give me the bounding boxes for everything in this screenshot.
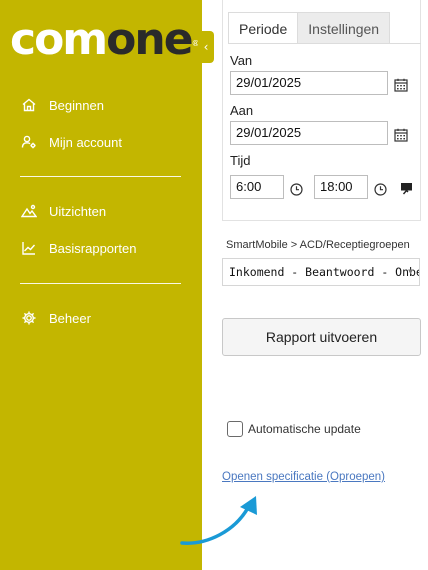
sidebar-collapse-button[interactable]: ‹ bbox=[198, 31, 214, 63]
calendar-icon[interactable] bbox=[394, 77, 408, 92]
chevron-left-icon: ‹ bbox=[203, 40, 209, 54]
breadcrumb: SmartMobile > ACD/Receptiegroepen bbox=[226, 239, 410, 251]
open-specification-link[interactable]: Openen specificatie (Oproepen) bbox=[222, 471, 385, 483]
auto-update-row: Automatische update bbox=[227, 421, 361, 437]
line-chart-icon bbox=[20, 239, 38, 257]
home-icon bbox=[20, 96, 38, 114]
time-from-input[interactable]: 6:00 bbox=[230, 175, 284, 199]
clock-icon[interactable] bbox=[290, 181, 303, 196]
from-date-input[interactable]: 29/01/2025 bbox=[230, 71, 388, 95]
report-select-value: Inkomend - Beantwoord - Onbeantwoord bbox=[229, 265, 419, 279]
tab-underline bbox=[228, 43, 421, 44]
gear-icon bbox=[20, 309, 38, 327]
auto-update-label: Automatische update bbox=[248, 422, 361, 436]
sidebar-item-uitzichten[interactable]: Uitzichten bbox=[20, 201, 106, 221]
sidebar-divider bbox=[20, 283, 181, 284]
time-to-input[interactable]: 18:00 bbox=[314, 175, 368, 199]
sidebar-item-mijn-account[interactable]: Mijn account bbox=[20, 132, 122, 152]
to-label: Aan bbox=[230, 103, 254, 118]
calendar-icon[interactable] bbox=[394, 127, 408, 142]
landscape-icon bbox=[20, 202, 38, 220]
sidebar-item-label: Uitzichten bbox=[49, 203, 107, 219]
clock-icon[interactable] bbox=[374, 181, 387, 196]
auto-update-checkbox[interactable] bbox=[227, 421, 243, 437]
pointer-arrow-icon bbox=[180, 496, 257, 545]
comone-logo[interactable]: comone® bbox=[10, 18, 200, 62]
sidebar-item-beheer[interactable]: Beheer bbox=[20, 308, 91, 328]
to-date-input[interactable]: 29/01/2025 bbox=[230, 121, 388, 145]
from-label: Van bbox=[230, 53, 253, 68]
tab-bar: Periode Instellingen bbox=[228, 12, 391, 44]
sidebar-divider bbox=[20, 176, 181, 177]
sidebar-item-label: Beheer bbox=[49, 310, 91, 326]
sidebar-item-label: Basisrapporten bbox=[49, 240, 137, 256]
monitor-icon[interactable] bbox=[400, 180, 413, 195]
logo-text-one: one bbox=[106, 14, 193, 65]
chevron-down-icon: ▼ bbox=[408, 267, 413, 276]
sidebar-item-beginnen[interactable]: Beginnen bbox=[20, 95, 104, 115]
logo-text-com: com bbox=[10, 14, 108, 65]
report-select[interactable]: Inkomend - Beantwoord - Onbeantwoord ▼ bbox=[222, 258, 420, 286]
tab-periode[interactable]: Periode bbox=[228, 12, 299, 44]
sidebar: comone® Beginnen Mijn account Uitzichten… bbox=[0, 0, 202, 570]
run-report-button[interactable]: Rapport uitvoeren bbox=[222, 318, 421, 356]
time-label: Tijd bbox=[230, 153, 251, 168]
sidebar-item-label: Beginnen bbox=[49, 97, 104, 113]
user-settings-icon bbox=[20, 133, 38, 151]
sidebar-item-label: Mijn account bbox=[49, 134, 122, 150]
tab-instellingen[interactable]: Instellingen bbox=[298, 12, 391, 44]
sidebar-item-basisrapporten[interactable]: Basisrapporten bbox=[20, 238, 136, 258]
